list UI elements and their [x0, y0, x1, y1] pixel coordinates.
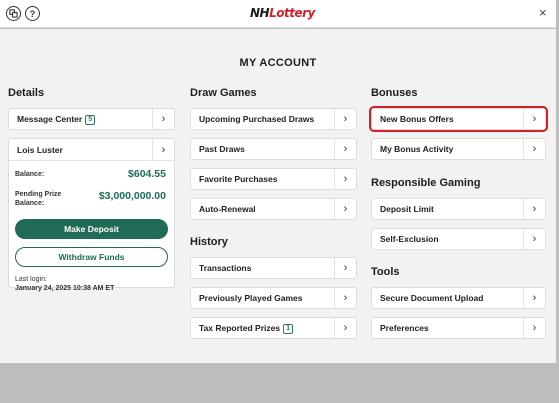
chevron-right-icon: ›	[334, 169, 356, 189]
menu-item-self-exclusion[interactable]: Self-Exclusion ›	[371, 228, 546, 250]
top-bar: ? NHLottery ×	[0, 0, 556, 28]
chevron-right-icon: ›	[523, 229, 545, 249]
history-heading: History	[190, 236, 228, 248]
menu-item-upcoming-purchased-draws[interactable]: Upcoming Purchased Draws ›	[190, 108, 357, 130]
chevron-right-icon: ›	[152, 109, 174, 129]
last-login-label: Last login:	[15, 276, 47, 283]
message-count-badge: 5	[85, 114, 96, 125]
menu-item-auto-renewal[interactable]: Auto-Renewal ›	[190, 198, 357, 220]
tax-prize-count-badge: 1	[283, 323, 293, 334]
make-deposit-button[interactable]: Make Deposit	[15, 219, 168, 239]
chevron-right-icon: ›	[152, 139, 174, 160]
menu-item-favorite-purchases[interactable]: Favorite Purchases ›	[190, 168, 357, 190]
menu-item-transactions[interactable]: Transactions ›	[190, 257, 357, 279]
help-icon[interactable]: ?	[25, 6, 40, 21]
balance-label: Balance:	[15, 171, 45, 178]
last-login: Last login: January 24, 2025 10:38 AM ET	[15, 275, 114, 293]
withdraw-funds-button[interactable]: Withdraw Funds	[15, 247, 168, 267]
swap-icon	[9, 9, 18, 18]
chevron-right-icon: ›	[523, 288, 545, 308]
tools-heading: Tools	[371, 266, 400, 278]
pending-prize-label: Pending Prize Balance:	[15, 191, 62, 207]
bonuses-heading: Bonuses	[371, 87, 418, 99]
account-name: Lois Luster	[17, 144, 63, 155]
chevron-right-icon: ›	[523, 199, 545, 219]
account-card: Lois Luster › Balance: $604.55 Pending P…	[8, 138, 175, 292]
menu-item-preferences[interactable]: Preferences ›	[371, 317, 546, 339]
account-panel: MY ACCOUNT Details Message Center 5 › Loi…	[0, 29, 556, 363]
nh-lottery-logo: NHLottery	[250, 6, 315, 22]
responsible-gaming-heading: Responsible Gaming	[371, 177, 481, 189]
chevron-right-icon: ›	[334, 109, 356, 129]
draw-games-heading: Draw Games	[190, 87, 257, 99]
chevron-right-icon: ›	[334, 199, 356, 219]
details-heading: Details	[8, 87, 45, 99]
close-icon[interactable]: ×	[539, 5, 547, 20]
logo-suffix: Lottery	[269, 6, 315, 20]
app-frame: ? NHLottery × MY ACCOUNT Details Message…	[0, 0, 559, 403]
message-center-row[interactable]: Message Center 5 ›	[8, 108, 175, 130]
pending-prize-value: $3,000,000.00	[98, 190, 166, 202]
menu-item-tax-reported-prizes[interactable]: Tax Reported Prizes 1 ›	[190, 317, 357, 339]
menu-item-secure-document-upload[interactable]: Secure Document Upload ›	[371, 287, 546, 309]
chevron-right-icon: ›	[334, 139, 356, 159]
menu-item-deposit-limit[interactable]: Deposit Limit ›	[371, 198, 546, 220]
chevron-right-icon: ›	[334, 288, 356, 308]
menu-item-previously-played-games[interactable]: Previously Played Games ›	[190, 287, 357, 309]
account-switch-icon[interactable]	[6, 6, 21, 21]
chevron-right-icon: ›	[523, 318, 545, 338]
menu-item-new-bonus-offers[interactable]: New Bonus Offers ›	[369, 106, 548, 132]
chevron-right-icon: ›	[334, 318, 356, 338]
menu-item-past-draws[interactable]: Past Draws ›	[190, 138, 357, 160]
account-name-row[interactable]: Lois Luster ›	[9, 139, 174, 161]
last-login-value: January 24, 2025 10:38 AM ET	[15, 285, 115, 292]
menu-item-my-bonus-activity[interactable]: My Bonus Activity ›	[371, 138, 546, 160]
chevron-right-icon: ›	[523, 139, 545, 159]
chevron-right-icon: ›	[334, 258, 356, 278]
logo-prefix: NH	[250, 6, 270, 20]
chevron-right-icon: ›	[523, 109, 545, 129]
balance-value: $604.55	[128, 168, 166, 180]
message-center-label: Message Center	[17, 113, 83, 124]
page-title: MY ACCOUNT	[239, 57, 317, 69]
